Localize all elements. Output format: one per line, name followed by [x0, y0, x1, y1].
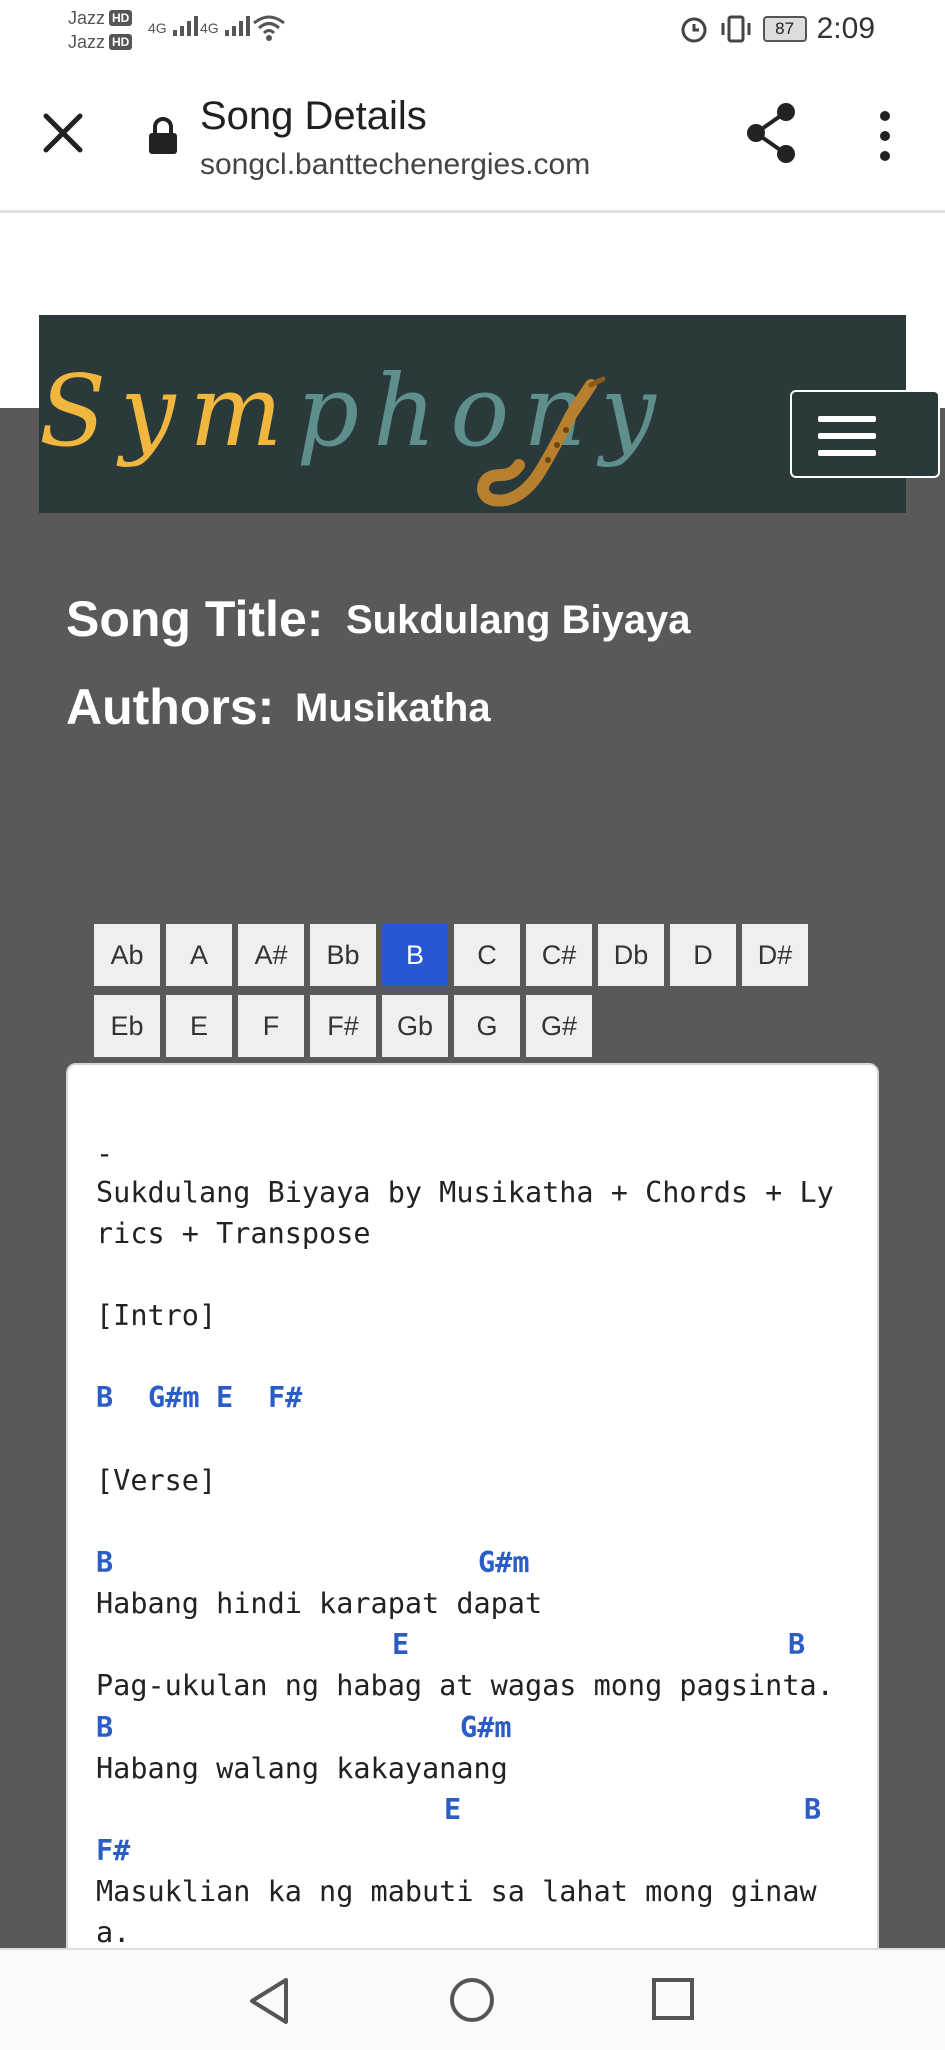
chord[interactable]: F# — [268, 1381, 302, 1414]
section-label: [Intro] — [96, 1299, 217, 1332]
home-icon[interactable] — [448, 1976, 496, 2024]
carrier-info: Jazz HD Jazz HD — [68, 6, 133, 54]
url-text[interactable]: songcl.banttechenergies.com — [200, 148, 590, 182]
key-button[interactable]: C — [454, 924, 520, 986]
key-button[interactable]: G# — [526, 995, 592, 1057]
lyric-line: Habang walang kakayanang — [96, 1752, 508, 1785]
key-button[interactable]: D — [670, 924, 736, 986]
back-icon[interactable] — [246, 1976, 294, 2026]
battery-icon: 87 — [762, 16, 807, 42]
key-button[interactable]: F — [238, 995, 304, 1057]
key-button[interactable]: Bb — [310, 924, 376, 986]
key-button[interactable]: E — [166, 995, 232, 1057]
key-button[interactable]: Gb — [382, 995, 448, 1057]
key-button[interactable]: Eb — [94, 995, 160, 1057]
chord[interactable]: E — [216, 1381, 233, 1414]
section-label: [Verse] — [96, 1464, 217, 1497]
close-icon[interactable] — [40, 110, 86, 156]
authors-label: Authors: — [66, 679, 275, 735]
lock-icon — [149, 117, 177, 154]
logo-part-1: Sym — [39, 355, 297, 469]
key-button[interactable]: A# — [238, 924, 304, 986]
recents-icon[interactable] — [650, 1976, 696, 2022]
signal-icon: 4G — [148, 14, 198, 36]
site-navbar: Symphony — [39, 315, 906, 513]
chord[interactable]: G#m — [148, 1381, 199, 1414]
chord[interactable]: B — [804, 1793, 821, 1826]
browser-toolbar: Song Details songcl.banttechenergies.com — [0, 60, 945, 213]
authors-value: Musikatha — [295, 686, 491, 730]
chord[interactable]: B — [788, 1628, 805, 1661]
hd-badge: HD — [109, 10, 133, 26]
system-nav-bar — [0, 1948, 945, 2050]
lyric-line: Masuklian ka ng mabuti sa lahat mong gin… — [96, 1875, 817, 1908]
chord-sheet: - Sukdulang Biyaya by Musikatha + Chords… — [66, 1063, 879, 1963]
share-icon[interactable] — [744, 102, 800, 164]
chord[interactable]: B — [96, 1546, 113, 1579]
wifi-icon — [253, 15, 285, 41]
key-button-selected[interactable]: B — [382, 924, 448, 986]
chord[interactable]: B — [96, 1381, 113, 1414]
sheet-dash: - — [96, 1137, 114, 1170]
chord[interactable]: F# — [96, 1834, 130, 1867]
menu-toggle-button[interactable] — [790, 390, 940, 478]
key-button[interactable]: F# — [310, 995, 376, 1057]
key-button[interactable]: A — [166, 924, 232, 986]
carrier-2: Jazz — [68, 32, 106, 52]
key-button[interactable]: G — [454, 995, 520, 1057]
sheet-heading: rics + Transpose — [96, 1217, 371, 1250]
chord[interactable]: E — [392, 1628, 409, 1661]
saxophone-icon — [476, 376, 606, 507]
key-button[interactable]: D# — [742, 924, 808, 986]
chord[interactable]: G#m — [460, 1711, 511, 1744]
song-title-label: Song Title: — [66, 591, 324, 647]
vibrate-icon — [721, 15, 751, 43]
lyric-line: Pag-ukulan ng habag at wagas mong pagsin… — [96, 1669, 834, 1702]
lyric-line: Habang hindi karapat dapat — [96, 1587, 543, 1620]
hd-badge: HD — [109, 34, 133, 50]
chord[interactable]: E — [444, 1793, 461, 1826]
lyric-line: a. — [96, 1916, 131, 1949]
more-vert-icon[interactable] — [870, 110, 900, 162]
clock: 2:09 — [816, 12, 875, 45]
song-title: Sukdulang Biyaya — [346, 598, 691, 642]
carrier-1: Jazz — [68, 8, 106, 28]
chord[interactable]: G#m — [478, 1546, 529, 1579]
page-title: Song Details — [200, 94, 427, 138]
status-bar: Jazz HD Jazz HD 4G 4G 87 2:09 — [0, 0, 945, 60]
chord[interactable]: B — [96, 1711, 113, 1744]
signal-icon: 4G — [200, 14, 250, 36]
alarm-icon — [681, 17, 707, 43]
status-right: 87 2:09 — [679, 12, 875, 46]
sheet-heading: Sukdulang Biyaya by Musikatha + Chords +… — [96, 1176, 834, 1209]
key-button[interactable]: Db — [598, 924, 664, 986]
key-button[interactable]: Ab — [94, 924, 160, 986]
key-button[interactable]: C# — [526, 924, 592, 986]
